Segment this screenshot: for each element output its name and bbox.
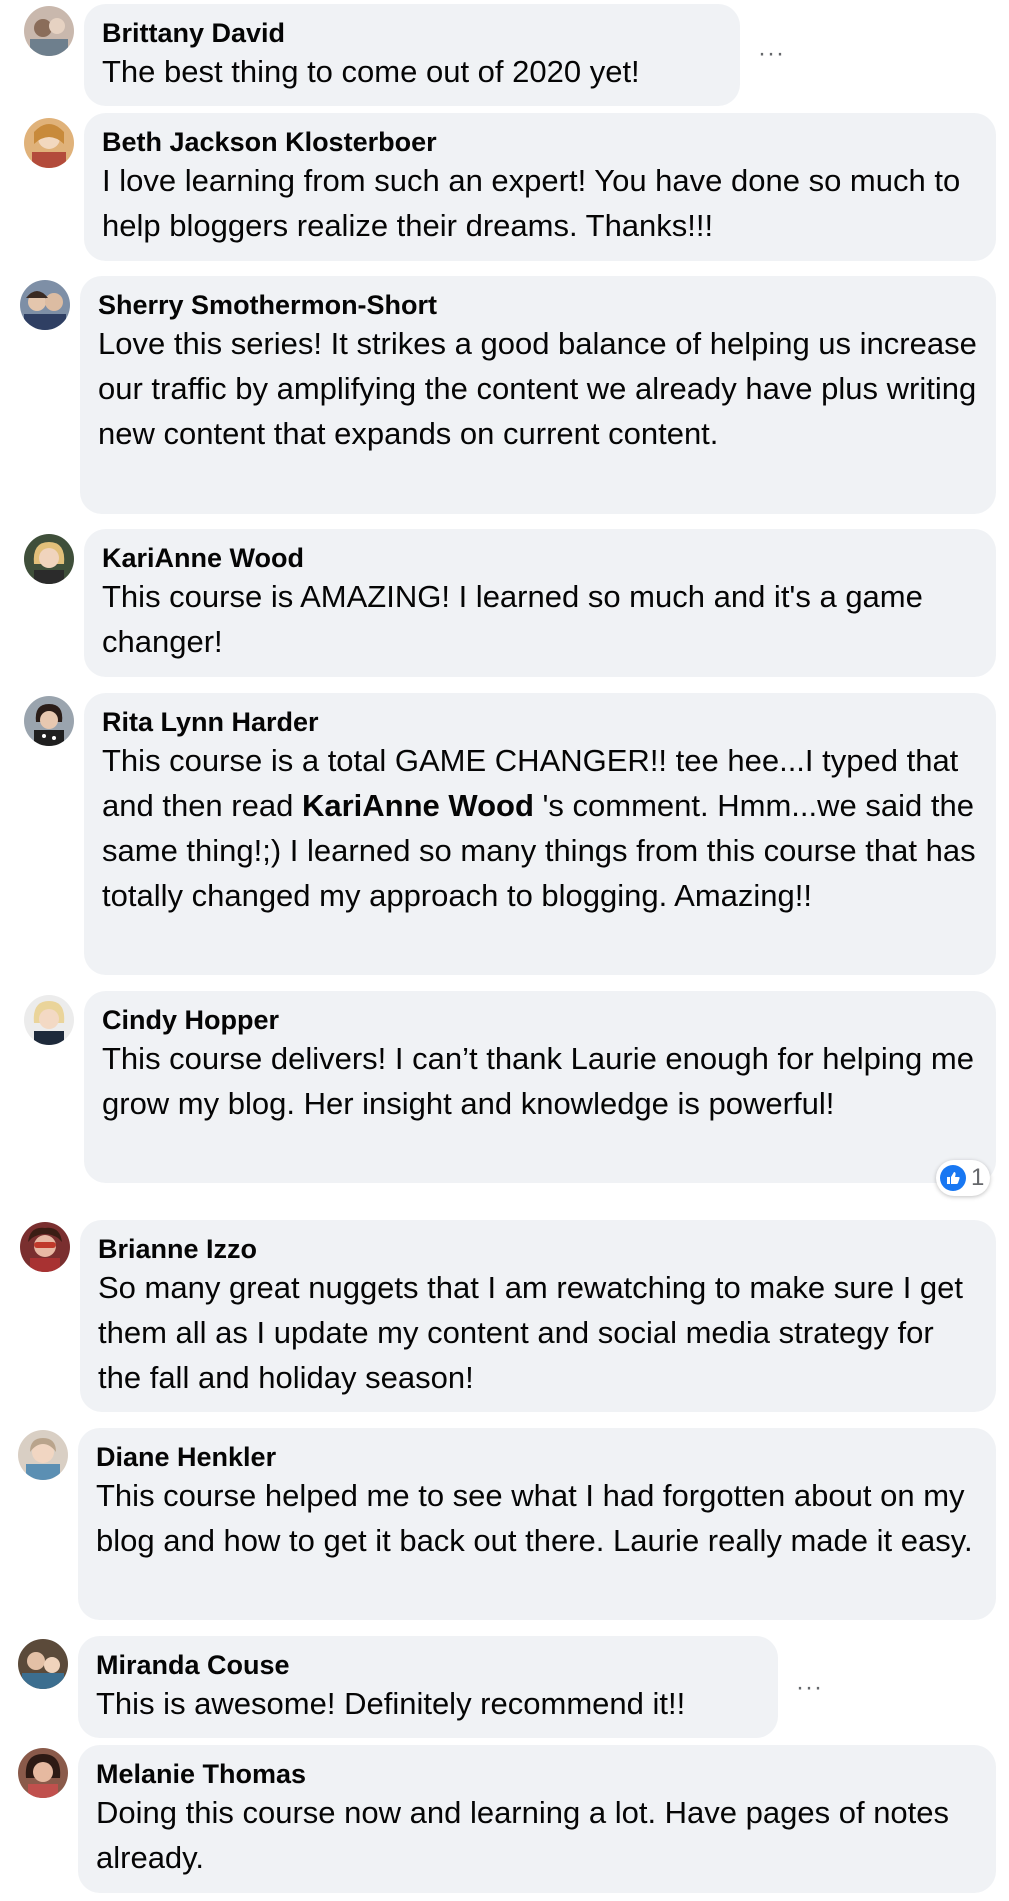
comment-bubble: Rita Lynn Harder This course is a total … bbox=[84, 693, 996, 975]
comment-text: Doing this course now and learning a lot… bbox=[96, 1795, 950, 1875]
comment-author[interactable]: Diane Henkler bbox=[96, 1441, 978, 1473]
comment-bubble: KariAnne Wood This course is AMAZING! I … bbox=[84, 529, 996, 677]
comment-author[interactable]: Beth Jackson Klosterboer bbox=[102, 126, 978, 158]
comment-author[interactable]: Cindy Hopper bbox=[102, 1004, 978, 1036]
more-options-icon[interactable]: ··· bbox=[796, 1676, 823, 1700]
comment-author[interactable]: Miranda Couse bbox=[96, 1649, 760, 1681]
comment-text: This course delivers! I can’t thank Laur… bbox=[102, 1041, 974, 1121]
comment-text: This is awesome! Definitely recommend it… bbox=[96, 1686, 686, 1721]
comment-text: So many great nuggets that I am rewatchi… bbox=[98, 1270, 964, 1395]
avatar[interactable] bbox=[18, 1748, 68, 1798]
comment-text: I love learning from such an expert! You… bbox=[102, 163, 961, 243]
comment-bubble: Brittany David The best thing to come ou… bbox=[84, 4, 740, 106]
comment-bubble: Brianne Izzo So many great nuggets that … bbox=[80, 1220, 996, 1412]
comment-author[interactable]: Brittany David bbox=[102, 17, 722, 49]
avatar[interactable] bbox=[24, 118, 74, 168]
comment-text: This course is a total GAME CHANGER!! te… bbox=[102, 738, 978, 918]
comment-author[interactable]: Melanie Thomas bbox=[96, 1758, 978, 1790]
comment-author[interactable]: Sherry Smothermon-Short bbox=[98, 289, 978, 321]
comment-text: This course is AMAZING! I learned so muc… bbox=[102, 579, 923, 659]
comment-bubble: Beth Jackson Klosterboer I love learning… bbox=[84, 113, 996, 261]
avatar[interactable] bbox=[24, 534, 74, 584]
avatar[interactable] bbox=[18, 1430, 68, 1480]
avatar[interactable] bbox=[20, 1222, 70, 1272]
mention-link[interactable]: KariAnne Wood bbox=[302, 788, 534, 823]
comment-bubble: Diane Henkler This course helped me to s… bbox=[78, 1428, 996, 1620]
comment-author[interactable]: Rita Lynn Harder bbox=[102, 706, 978, 738]
comment-text: Love this series! It strikes a good bala… bbox=[98, 326, 977, 451]
avatar[interactable] bbox=[18, 1639, 68, 1689]
comment-text: This course helped me to see what I had … bbox=[96, 1478, 973, 1558]
reaction-count: 1 bbox=[971, 1164, 985, 1191]
comment-bubble: Cindy Hopper This course delivers! I can… bbox=[84, 991, 996, 1183]
reaction-summary[interactable]: 1 bbox=[936, 1160, 991, 1196]
avatar[interactable] bbox=[24, 696, 74, 746]
comment-bubble: Sherry Smothermon-Short Love this series… bbox=[80, 276, 996, 514]
comment-author[interactable]: KariAnne Wood bbox=[102, 542, 978, 574]
comment-bubble: Miranda Couse This is awesome! Definitel… bbox=[78, 1636, 778, 1738]
comment-text: The best thing to come out of 2020 yet! bbox=[102, 54, 640, 89]
comment-bubble: Melanie Thomas Doing this course now and… bbox=[78, 1745, 996, 1893]
avatar[interactable] bbox=[24, 995, 74, 1045]
comment-author[interactable]: Brianne Izzo bbox=[98, 1233, 978, 1265]
avatar[interactable] bbox=[24, 6, 74, 56]
like-reaction-icon bbox=[940, 1165, 966, 1191]
avatar[interactable] bbox=[20, 280, 70, 330]
more-options-icon[interactable]: ··· bbox=[758, 42, 785, 66]
